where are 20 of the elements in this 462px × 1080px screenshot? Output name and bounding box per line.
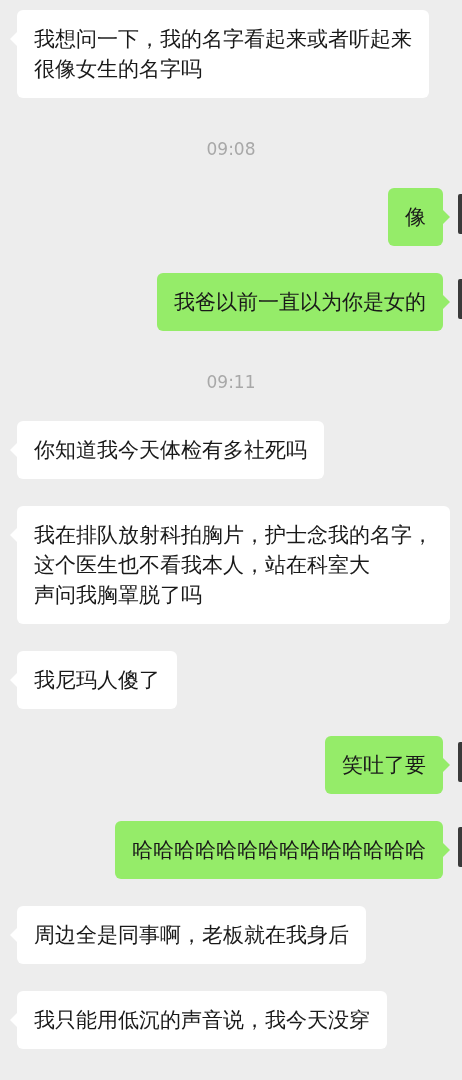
message-bubble: 你知道我今天体检有多社死吗 [17,421,324,479]
message-bubble: 我尼玛人傻了 [17,651,177,709]
avatar[interactable] [458,279,462,319]
message-bubble: 我想问一下，我的名字看起来或者听起来 很像女生的名字吗 [17,10,429,98]
message-bubble: 笑吐了要 [325,736,443,794]
avatar[interactable] [458,194,462,234]
bubble-tail [443,295,450,309]
message-bubble: 我在排队放射科拍胸片，护士念我的名字， 这个医生也不看我本人，站在科室大 声问我胸罩脱了吗 [17,506,450,624]
message-bubble: 周边全是同事啊，老板就在我身后 [17,906,366,964]
bubble-tail [443,210,450,224]
message-bubble: 我只能用低沉的声音说，我今天没穿 [17,991,387,1049]
bubble-tail [443,758,450,772]
avatar[interactable] [458,827,462,867]
timestamp: 09:08 [206,138,256,161]
message-bubble: 哈哈哈哈哈哈哈哈哈哈哈哈哈哈 [115,821,443,879]
timestamp: 09:11 [206,371,256,394]
avatar[interactable] [458,742,462,782]
message-bubble: 像 [388,188,443,246]
message-bubble: 我爸以前一直以为你是女的 [157,273,443,331]
bubble-tail [443,843,450,857]
